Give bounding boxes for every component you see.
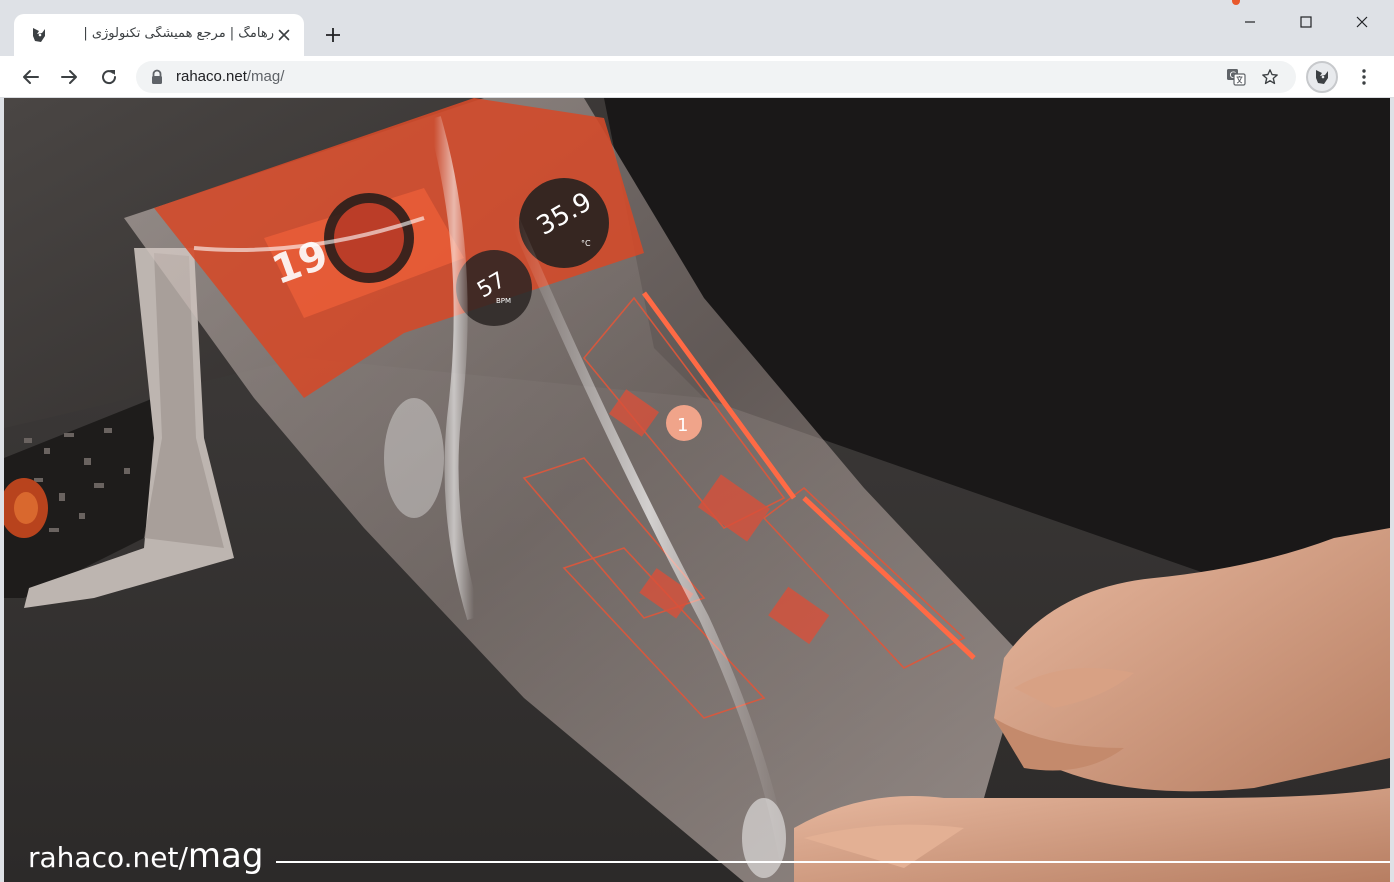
- rahaco-favicon-icon: [30, 26, 48, 44]
- site-watermark: rahaco.net/mag: [28, 836, 263, 876]
- arrow-left-icon: [23, 70, 39, 84]
- maximize-icon: [1300, 16, 1312, 28]
- maximize-button[interactable]: [1278, 6, 1334, 38]
- close-icon: [1356, 16, 1368, 28]
- tab-close-icon[interactable]: [274, 25, 294, 45]
- tab-title: رهامگ | مرجع همیشگی تکنولوژی |: [83, 26, 274, 41]
- url-path: /mag/: [246, 68, 285, 85]
- browser-menu-button[interactable]: [1350, 62, 1378, 92]
- address-bar[interactable]: rahaco.net/mag/ G: [136, 61, 1296, 93]
- browser-toolbar: rahaco.net/mag/ G: [0, 56, 1394, 98]
- back-button[interactable]: [16, 62, 46, 92]
- watermark-host: rahaco.net/: [28, 841, 188, 874]
- minimize-icon: [1245, 21, 1255, 23]
- tab-strip: رهامگ | مرجع همیشگی تکنولوژی |: [0, 0, 1394, 56]
- lock-icon: [150, 69, 164, 85]
- watermark-path: mag: [187, 836, 264, 876]
- arrow-right-icon: [61, 70, 77, 84]
- minimize-button[interactable]: [1222, 6, 1278, 38]
- translate-icon[interactable]: G: [1226, 67, 1246, 87]
- new-tab-button[interactable]: [320, 22, 346, 48]
- forward-button[interactable]: [54, 62, 84, 92]
- url-host: rahaco.net: [176, 68, 247, 85]
- bpm-unit: BPM: [496, 297, 511, 305]
- profile-avatar[interactable]: [1306, 61, 1338, 93]
- page-viewport: 35.9 °C 57 BPM 19 1 rahaco.net/mag: [4, 98, 1390, 882]
- accent-marker: [1232, 0, 1240, 5]
- browser-tab[interactable]: رهامگ | مرجع همیشگی تکنولوژی |: [14, 14, 304, 56]
- rahaco-logo-icon: [1316, 70, 1328, 84]
- temperature-unit: °C: [581, 239, 591, 248]
- url-text: rahaco.net/mag/: [176, 68, 284, 85]
- watermark-divider: [276, 861, 1390, 863]
- window-close-button[interactable]: [1334, 6, 1390, 38]
- plus-icon: [326, 28, 340, 42]
- reload-icon: [102, 70, 117, 85]
- bookmark-star-icon[interactable]: [1258, 65, 1282, 89]
- hero-image: 35.9 °C 57 BPM 19 1: [4, 98, 1390, 882]
- kebab-menu-icon: [1362, 69, 1366, 85]
- marker-readout: 1: [677, 415, 688, 436]
- browser-window: رهامگ | مرجع همیشگی تکنولوژی | rahaco.ne…: [0, 0, 1394, 882]
- reload-button[interactable]: [94, 62, 124, 92]
